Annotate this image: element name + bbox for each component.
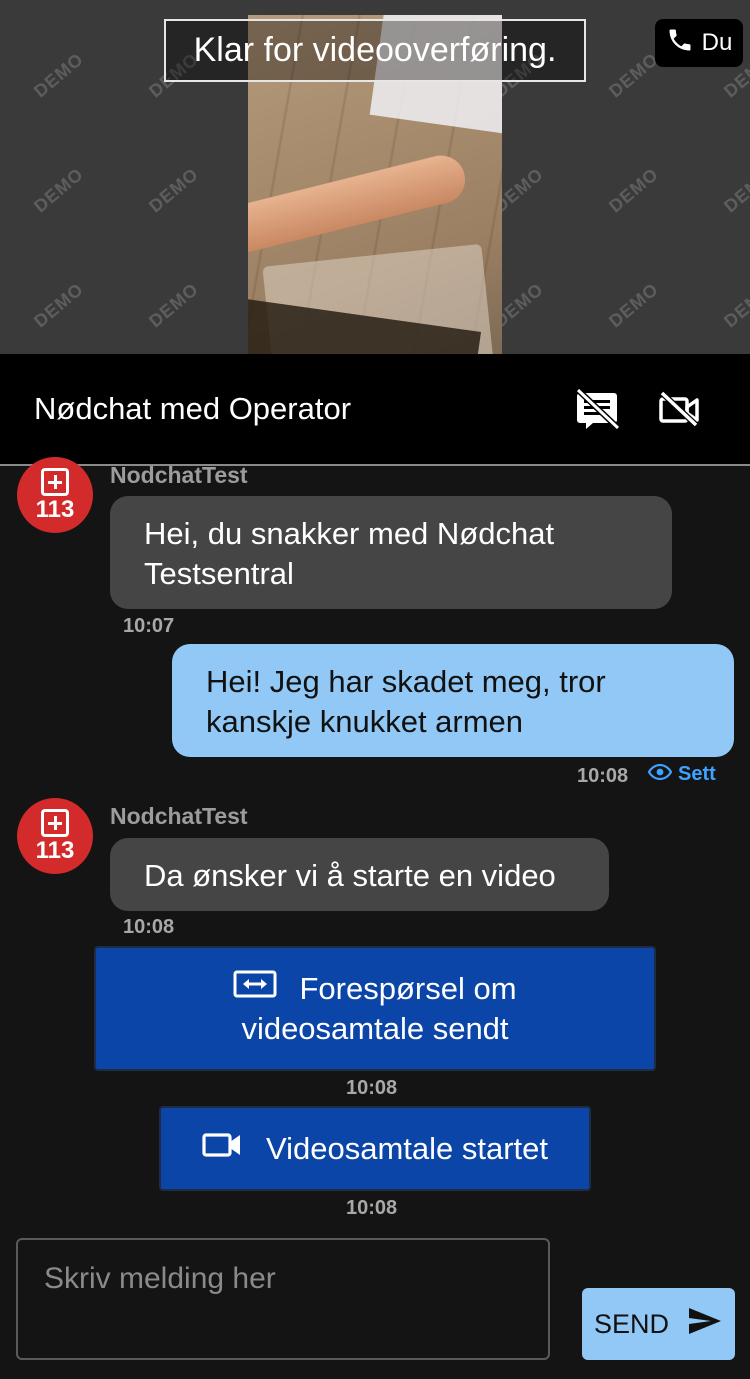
- operator-avatar: 113: [17, 457, 93, 533]
- chat-off-button[interactable]: [574, 387, 621, 434]
- sender-name: NodchatTest: [110, 462, 248, 488]
- chat-header: Nødchat med Operator: [0, 354, 750, 466]
- chat-title: Nødchat med Operator: [34, 391, 352, 426]
- read-receipt: Sett: [647, 763, 716, 786]
- demo-watermark: DEMO: [145, 278, 203, 332]
- message-text-line: Hei, du snakker med Nødchat: [144, 516, 555, 551]
- demo-watermark: DEMO: [30, 163, 88, 217]
- demo-watermark: DEMO: [30, 48, 88, 102]
- first-aid-icon: [41, 809, 69, 837]
- app-root: DEMO DEMO DEMO DEMO DEMO DEMO DEMO DEMO DEMO DEMO…: [0, 0, 750, 1379]
- phone-icon: [666, 26, 694, 61]
- event-text-line: Forespørsel om: [299, 970, 517, 1006]
- event-time: 10:08: [346, 1077, 398, 1099]
- send-button[interactable]: SEND: [582, 1288, 735, 1360]
- event-text-line: Videosamtale startet: [265, 1130, 549, 1166]
- video-off-icon: [658, 390, 700, 432]
- chat-off-icon: [574, 387, 621, 434]
- demo-watermark: DEMO: [605, 278, 663, 332]
- message-text-line: Hei! Jeg har skadet meg, tror: [206, 664, 606, 699]
- video-off-button[interactable]: [656, 390, 702, 432]
- send-button-label: SEND: [593, 1308, 669, 1339]
- message-time: 10:08: [577, 765, 629, 787]
- event-text-line: videosamtale sendt: [241, 1010, 509, 1046]
- video-switch-icon: [233, 969, 277, 1009]
- video-status-banner: Klar for videooverføring.: [164, 19, 586, 82]
- caller-label: Du: [701, 29, 733, 56]
- message-text-line: Testsentral: [144, 556, 294, 591]
- eye-icon: [647, 763, 673, 786]
- demo-watermark: DEMO: [145, 163, 203, 217]
- send-icon: [687, 1306, 723, 1343]
- demo-watermark: DEMO: [30, 278, 88, 332]
- sender-name: NodchatTest: [110, 803, 248, 829]
- demo-watermark: DEMO: [720, 163, 750, 217]
- read-status-label: Sett: [678, 763, 716, 785]
- operator-avatar: 113: [17, 798, 93, 874]
- message-time: 10:07: [123, 615, 175, 637]
- incoming-message-bubble: Hei, du snakker med Nødchat Testsentral: [110, 496, 672, 609]
- video-camera-icon: [202, 1129, 242, 1169]
- video-area: DEMO DEMO DEMO DEMO DEMO DEMO DEMO DEMO DEMO DEMO…: [0, 0, 750, 354]
- demo-watermark: DEMO: [720, 278, 750, 332]
- caller-badge[interactable]: Du: [655, 19, 743, 67]
- video-request-event: Forespørsel om videosamtale sendt: [94, 946, 656, 1071]
- message-time: 10:08: [123, 916, 175, 938]
- first-aid-icon: [41, 468, 69, 496]
- message-text-line: kanskje knukket armen: [206, 704, 524, 739]
- video-started-event: Videosamtale startet: [159, 1106, 591, 1191]
- message-input[interactable]: [16, 1238, 550, 1360]
- outgoing-message-bubble: Hei! Jeg har skadet meg, tror kanskje kn…: [172, 644, 734, 757]
- message-text-line: Da ønsker vi å starte en video: [144, 858, 556, 893]
- event-time: 10:08: [346, 1197, 398, 1219]
- demo-watermark: DEMO: [605, 163, 663, 217]
- incoming-message-bubble: Da ønsker vi å starte en video: [110, 838, 609, 911]
